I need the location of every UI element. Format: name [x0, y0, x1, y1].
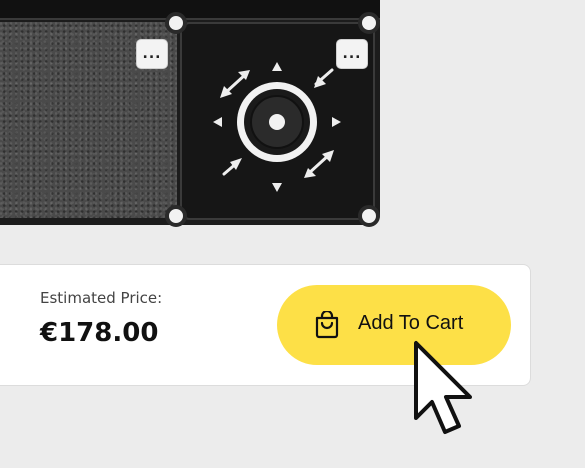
mouse-pointer-icon: [414, 341, 472, 434]
bolt-bottom-middle: [165, 205, 187, 227]
preview-top-strip: [0, 0, 380, 20]
knob-more-button[interactable]: ...: [336, 39, 368, 69]
bolt-top-middle: [165, 12, 187, 34]
estimated-price-value: €178.00: [40, 318, 159, 348]
texture-more-button[interactable]: ...: [136, 39, 168, 69]
product-preview: ... ...: [0, 0, 380, 227]
add-to-cart-label: Add To Cart: [358, 312, 464, 334]
estimated-price-label: Estimated Price:: [40, 289, 163, 307]
bolt-top-right: [358, 12, 380, 34]
shopping-bag-icon: [315, 311, 339, 339]
bolt-bottom-right: [358, 205, 380, 227]
